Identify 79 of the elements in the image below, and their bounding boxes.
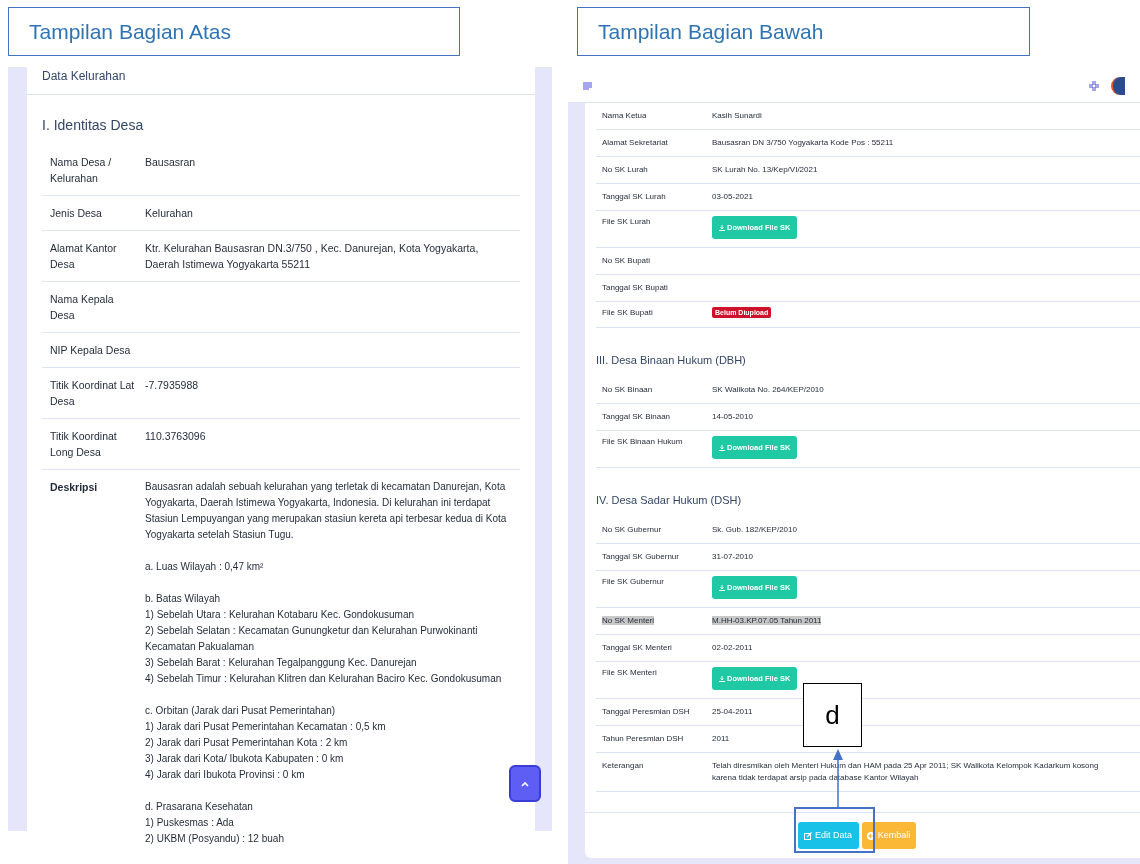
field-value: 25-04-2011 [712,707,753,716]
field-value: Bausasran DN 3/750 Yogyakarta Kode Pos : 55211 [712,138,894,147]
field-value: 31-07-2010 [712,552,753,561]
field-value: Kasih Sunardi [712,111,762,120]
description-text: 4) Jarak dari Ibukota Provinsi : 0 km [145,768,306,782]
field-label: No SK Menteri [602,616,655,625]
field-label: Tanggal SK Bupati [602,283,668,292]
field-label: Tanggal SK Gubernur [602,552,679,561]
description-text: 4) Sebelah Timur : Kelurahan Klitren dan Kelurahan Baciro Kec. Gondokusuman [145,672,503,686]
field-label: No SK Bupati [602,256,651,265]
field-label: File SK Lurah [602,217,651,226]
description-text: 3) Jarak dari Kota/ Ibukota Kabupaten : 0 km [145,752,345,766]
field-value: 110.3763096 [145,429,207,444]
description-text: 1) Puskesmas : Ada [145,816,235,830]
description-text: Bausasran adalah sebuah kelurahan yang terletak di kecamatan Danurejan, Kota Yogyakarta, Daerah Istimewa Yogyakarta, Indonesia. Di kelurahan ini terdapat Stasiun Lempuyangan yang merupakan stasiun kereta api terbesar kedua di Kota Yogyakarta setelah Stasiun Tugu. [145,480,508,542]
section-title: III. Desa Binaan Hukum (DBH) [596,354,746,366]
caption: Tampilan Bagian Atas [29,18,231,45]
field-label: Jenis Desa [50,206,103,221]
field-label: Titik Koordinat Lat Desa [50,378,135,409]
field-label: No SK Binaan [602,385,653,394]
field-label: File SK Binaan Hukum [602,437,683,446]
field-value: 2011 [712,734,730,743]
field-value: Kelurahan [145,206,194,221]
download-icon [719,584,725,591]
download-icon [719,444,725,451]
field-value: 02-02-2011 [712,643,753,652]
avatar[interactable] [1111,77,1125,95]
field-value: Ktr. Kelurahan Bausasran DN.3/750 , Kec. Danurejan, Kota Yogyakarta, Daerah Istimewa Yogyakarta 55211 [145,241,480,272]
field-label: Alamat Sekretariat [602,138,668,147]
field-label: No SK Gubernur [602,525,662,534]
field-value: SK Walikota No. 264/KEP/2010 [712,385,824,394]
field-label: Deskripsi [50,480,99,495]
field-label: Titik Koordinat Long Desa [50,429,118,460]
section-title: IV. Desa Sadar Hukum (DSH) [596,494,742,506]
field-value: -7.7935988 [145,378,200,393]
field-label: Nama Kepala Desa [50,292,115,323]
field-label: File SK Bupati [602,308,653,317]
field-label: NIP Kepala Desa [50,343,132,358]
download-icon [719,224,725,231]
edit-button[interactable]: Edit Data [797,822,859,849]
scroll-top-button[interactable] [509,765,541,802]
description-text: 1) Jarak dari Pusat Pemerintahan Kecamatan : 0,5 km [145,720,387,734]
field-label: Tanggal SK Lurah [602,192,666,201]
back-arrow-icon [866,831,875,840]
field-label: No SK Lurah [602,165,648,174]
description-text: 2) Jarak dari Pusat Pemerintahan Kota : 2 km [145,736,349,750]
edit-icon [804,831,812,840]
field-value: Bausasran [145,155,197,170]
description-text: 2) UKBM (Posyandu) : 12 buah [145,832,285,846]
field-label: File SK Gubernur [602,577,664,586]
field-label: Tanggal SK Menteri [602,643,672,652]
field-label: Nama Desa / Kelurahan [50,155,113,186]
field-value: Sk. Gub. 182/KEP/2010 [712,525,797,534]
description-text: a. Luas Wilayah : 0,47 km² [145,560,265,574]
download-icon [719,675,725,682]
field-label: Alamat Kantor Desa [50,241,118,272]
field-label: Tahun Peresmian DSH [602,734,684,743]
field-label: File SK Menteri [602,668,657,677]
section-title: I. Identitas Desa [42,117,144,133]
caption: Tampilan Bagian Bawah [598,18,824,45]
description-text: 3) Sebelah Barat : Kelurahan Tegalpanggung Kec. Danurejan [145,656,418,670]
shrink-icon[interactable] [1089,81,1099,91]
field-label: Nama Ketua [602,111,647,120]
description-text: b. Batas Wilayah [145,592,222,606]
callout-label: d [825,698,840,732]
chevron-up-icon [521,780,529,787]
description-text: 1) Sebelah Utara : Kelurahan Kotabaru Kec. Gondokusuman [145,608,416,622]
field-value: SK Lurah No. 13/Kep/VI/2021 [712,165,818,174]
back-button[interactable]: Kembali [861,822,916,849]
card-title: Data Kelurahan [42,68,126,85]
field-label: Tanggal SK Binaan [602,412,671,421]
field-value: 03-05-2021 [712,192,753,201]
field-label: Tanggal Peresmian DSH [602,707,690,716]
field-value: M.HH-03.KP.07.05 Tahun 2011 [712,616,822,625]
field-value: 14-05-2010 [712,412,753,421]
description-text: d. Prasarana Kesehatan [145,800,254,814]
field-label: Keterangan [602,761,644,770]
description-text: 2) Sebelah Selatan : Kecamatan Gunungketur dan Kelurahan Purwokinanti Kecamatan Pakualaman [145,624,479,654]
description-text: c. Orbitan (Jarak dari Pusat Pemerintahan) [145,704,337,718]
